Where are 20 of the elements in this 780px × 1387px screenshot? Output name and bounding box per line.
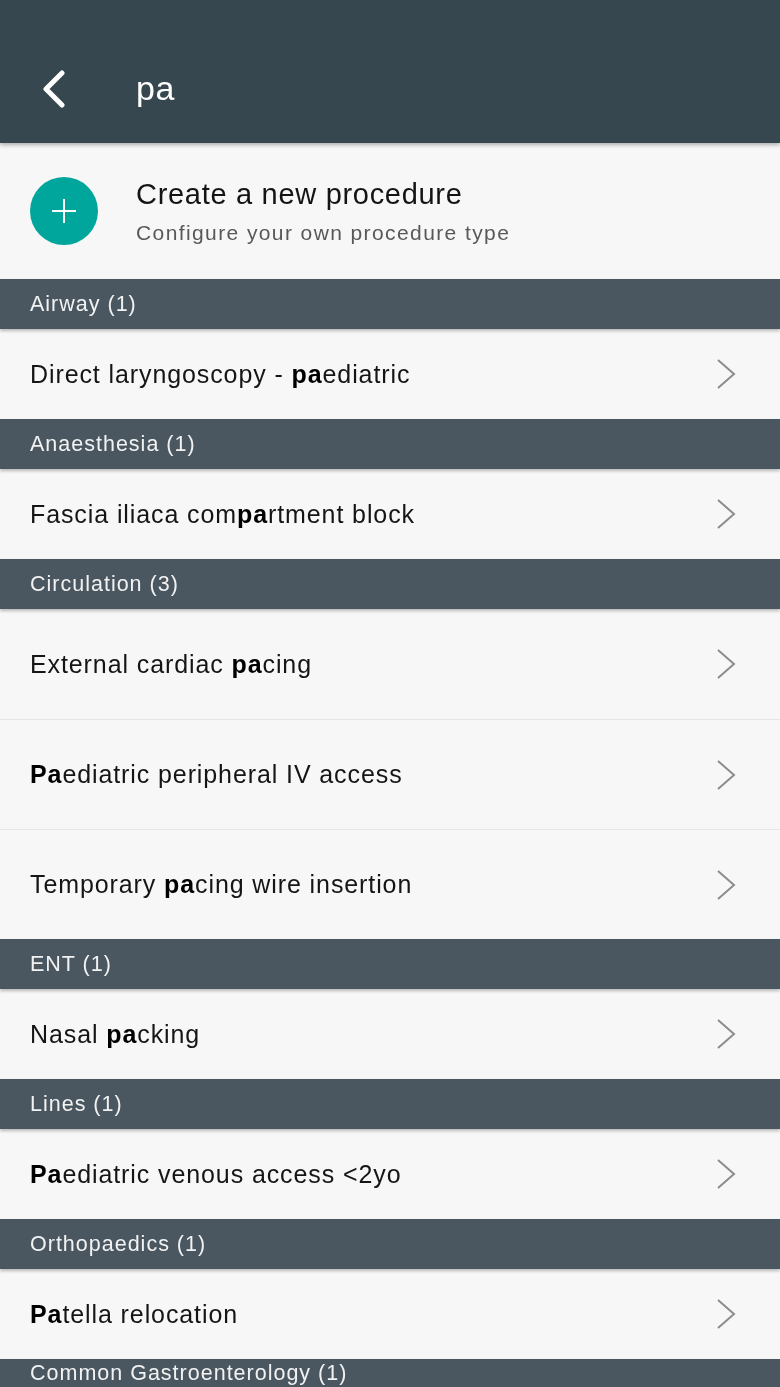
chevron-right-icon	[716, 1019, 736, 1049]
section-header: Orthopaedics (1)	[0, 1219, 780, 1269]
chevron-right-icon	[716, 1159, 736, 1189]
chevron-right-icon	[716, 759, 736, 790]
back-icon	[40, 69, 66, 108]
chevron-right-icon	[716, 649, 736, 679]
plus-icon	[51, 198, 77, 224]
search-bar[interactable]: pa	[0, 0, 780, 143]
section-header: ENT (1)	[0, 939, 780, 989]
section-header: Airway (1)	[0, 279, 780, 329]
create-procedure-title[interactable]: Create a new procedure	[136, 177, 511, 211]
chevron-right-icon	[716, 499, 736, 529]
section-header: Circulation (3)	[0, 559, 780, 609]
create-procedure-subtitle: Configure your own procedure type	[136, 220, 511, 245]
section-header: Anaesthesia (1)	[0, 419, 780, 469]
chevron-right-icon	[716, 869, 736, 900]
section-header: Lines (1)	[0, 1079, 780, 1129]
chevron-right-icon	[716, 359, 736, 389]
chevron-right-icon	[716, 1299, 736, 1329]
section-header: Common Gastroenterology (1)	[0, 1359, 780, 1387]
